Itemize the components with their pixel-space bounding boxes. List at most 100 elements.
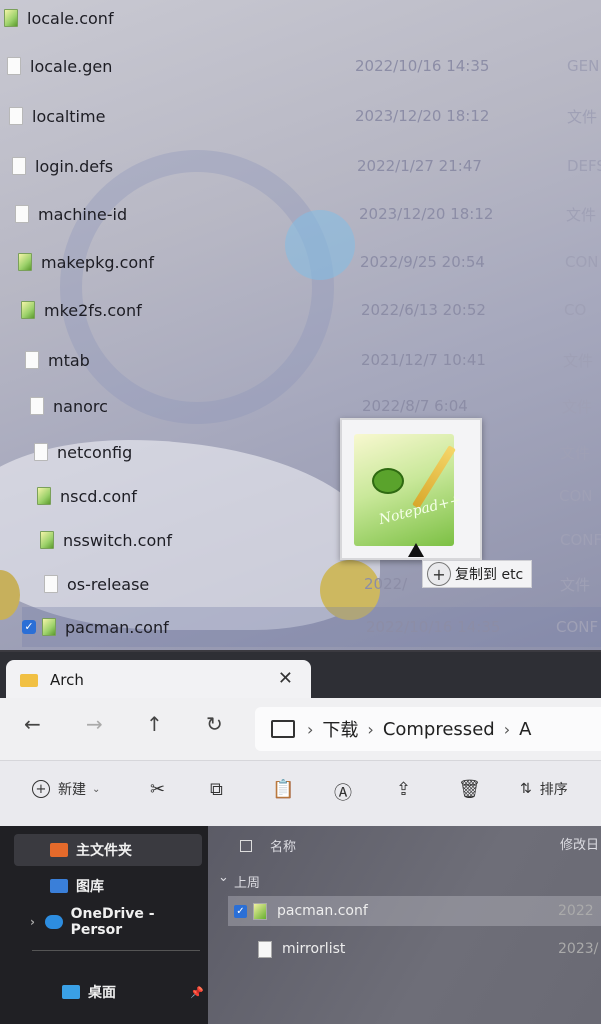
address-bar[interactable]: › 下载 › Compressed › A — [255, 707, 601, 751]
new-button[interactable]: + 新建 ⌄ — [32, 779, 100, 799]
up-button[interactable]: ↑ — [146, 712, 163, 736]
new-label: 新建 — [58, 782, 86, 798]
notepadpp-file-icon — [42, 618, 56, 636]
sidebar-item-gallery[interactable]: 图库 — [50, 870, 104, 902]
file-icon — [30, 397, 44, 415]
file-type: CON — [565, 253, 599, 271]
file-type: 文件 — [562, 397, 593, 416]
file-name: localtime — [32, 106, 106, 126]
list-item[interactable]: netconfig 文件 — [34, 432, 601, 472]
file-icon — [9, 107, 23, 125]
file-type: 文件 — [560, 575, 591, 594]
file-date: 2022/ — [364, 575, 408, 593]
notepadpp-file-icon — [37, 487, 51, 505]
list-item[interactable]: makepkg.conf 2022/9/25 20:54 CON — [18, 242, 601, 282]
command-bar: + 新建 ⌄ ✂ ⧉ 📋 Ⓐ ⇪ 🗑 ⇅ 排序 — [0, 760, 601, 827]
file-icon — [25, 351, 39, 369]
file-name: locale.gen — [30, 56, 113, 76]
column-header-name[interactable]: 名称 — [270, 836, 296, 855]
file-name: machine-id — [38, 204, 128, 224]
refresh-button[interactable]: ↻ — [206, 712, 223, 736]
list-item[interactable]: mke2fs.conf 2022/6/13 20:52 CO — [21, 290, 601, 330]
breadcrumb-downloads[interactable]: 下载 — [322, 716, 358, 742]
select-all-checkbox[interactable] — [240, 840, 252, 852]
file-date: 2022/9/25 20:54 — [360, 253, 485, 271]
chameleon-icon — [372, 468, 404, 494]
list-item[interactable]: locale.conf — [4, 0, 114, 38]
sidebar-item-label: 主文件夹 — [76, 843, 132, 859]
copy-icon[interactable]: ⧉ — [210, 779, 223, 800]
sidebar-item-home[interactable]: 主文件夹 — [14, 834, 202, 866]
table-row-selected[interactable]: ✓ pacman.conf 2022 — [228, 896, 601, 926]
file-type: 文件 — [567, 107, 598, 126]
tab-title: Arch — [50, 671, 84, 689]
group-collapse-icon[interactable]: ⌄ — [218, 870, 229, 885]
list-item[interactable]: nsswitch.conf CONF — [40, 520, 601, 560]
checkbox-checked-icon[interactable]: ✓ — [234, 904, 247, 918]
navigation-bar: ← → ↑ ↻ › 下载 › Compressed › A — [0, 698, 601, 760]
file-icon — [44, 575, 58, 593]
paste-icon[interactable]: 📋 — [272, 779, 294, 800]
file-type: GEN — [567, 57, 600, 75]
rename-icon[interactable]: Ⓐ — [334, 779, 352, 805]
file-name: nanorc — [53, 396, 108, 416]
back-button[interactable]: ← — [24, 712, 41, 736]
notepadpp-file-icon — [40, 531, 54, 549]
close-tab-icon[interactable]: ✕ — [278, 668, 293, 689]
cut-icon[interactable]: ✂ — [150, 779, 165, 800]
drag-tooltip-text: 复制到 etc — [455, 567, 524, 583]
file-date: 2022/6/13 20:52 — [361, 301, 486, 319]
file-icon — [7, 57, 21, 75]
list-item[interactable]: login.defs 2022/1/27 21:47 DEFS — [12, 146, 601, 186]
title-bar: Arch ✕ — [0, 652, 601, 700]
sidebar-item-onedrive[interactable]: › OneDrive - Persor — [30, 906, 208, 938]
file-date: 2021/12/7 10:41 — [361, 351, 486, 369]
delete-icon[interactable]: 🗑 — [458, 779, 481, 800]
navigation-pane: 主文件夹 图库 › OneDrive - Persor 桌面 📌 — [0, 826, 208, 1024]
list-item[interactable]: mtab 2021/12/7 10:41 文件 — [25, 340, 601, 380]
table-row[interactable]: mirrorlist 2023/ — [258, 934, 601, 964]
file-type: 文件 — [563, 351, 594, 370]
file-name: netconfig — [57, 442, 133, 462]
file-date: 2022/10/16 14:35 — [355, 57, 490, 75]
sort-button[interactable]: ⇅ 排序 — [520, 779, 568, 799]
share-icon[interactable]: ⇪ — [396, 779, 411, 800]
list-item[interactable]: nscd.conf CON — [37, 476, 601, 516]
breadcrumb-compressed[interactable]: Compressed — [383, 719, 495, 740]
pin-icon[interactable]: 📌 — [190, 986, 204, 999]
sidebar-item-desktop[interactable]: 桌面 📌 — [62, 976, 208, 1008]
tab-arch[interactable]: Arch ✕ — [6, 660, 311, 700]
file-type: 文件 — [566, 205, 597, 224]
sort-arrows-icon: ⇅ — [520, 781, 532, 797]
arch-explorer-window: Arch ✕ ← → ↑ ↻ › 下载 › Compressed › A + 新… — [0, 652, 601, 1024]
file-name: pacman.conf — [277, 903, 368, 919]
checkbox-checked-icon[interactable]: ✓ — [22, 620, 36, 634]
list-item[interactable]: locale.gen 2022/10/16 14:35 GEN — [7, 46, 601, 86]
notepadpp-file-icon — [21, 301, 35, 319]
copy-plus-icon: + — [427, 562, 451, 586]
list-item[interactable]: machine-id 2023/12/20 18:12 文件 — [15, 194, 601, 234]
list-item[interactable]: nanorc 2022/8/7 6:04 文件 — [30, 386, 601, 426]
file-date: 2023/12/20 18:12 — [359, 205, 494, 223]
file-date: 2022/1/27 21:47 — [357, 157, 482, 175]
file-date: 2022/10/16 14:35 — [366, 618, 501, 636]
sidebar-item-label: 图库 — [76, 879, 104, 895]
notepadpp-page-icon — [354, 434, 454, 546]
file-name: mirrorlist — [282, 941, 346, 957]
file-name: pacman.conf — [65, 617, 169, 637]
file-type: DEFS — [567, 157, 601, 175]
breadcrumb-arch[interactable]: A — [519, 719, 531, 740]
file-icon — [15, 205, 29, 223]
plus-icon: + — [32, 780, 50, 798]
column-header-modified[interactable]: 修改日 — [560, 834, 599, 853]
group-header: 上周 — [234, 876, 261, 891]
chevron-right-icon: › — [367, 719, 374, 739]
etc-explorer-window: locale.conf locale.gen 2022/10/16 14:35 … — [0, 0, 601, 650]
forward-button[interactable]: → — [86, 712, 103, 736]
file-icon — [34, 443, 48, 461]
list-item-selected[interactable]: ✓ pacman.conf 2022/10/16 14:35 CONF — [22, 607, 601, 647]
list-item[interactable]: localtime 2023/12/20 18:12 文件 — [9, 96, 601, 136]
file-name: nscd.conf — [60, 486, 137, 506]
sidebar-divider — [32, 950, 200, 951]
folder-icon — [20, 673, 38, 687]
